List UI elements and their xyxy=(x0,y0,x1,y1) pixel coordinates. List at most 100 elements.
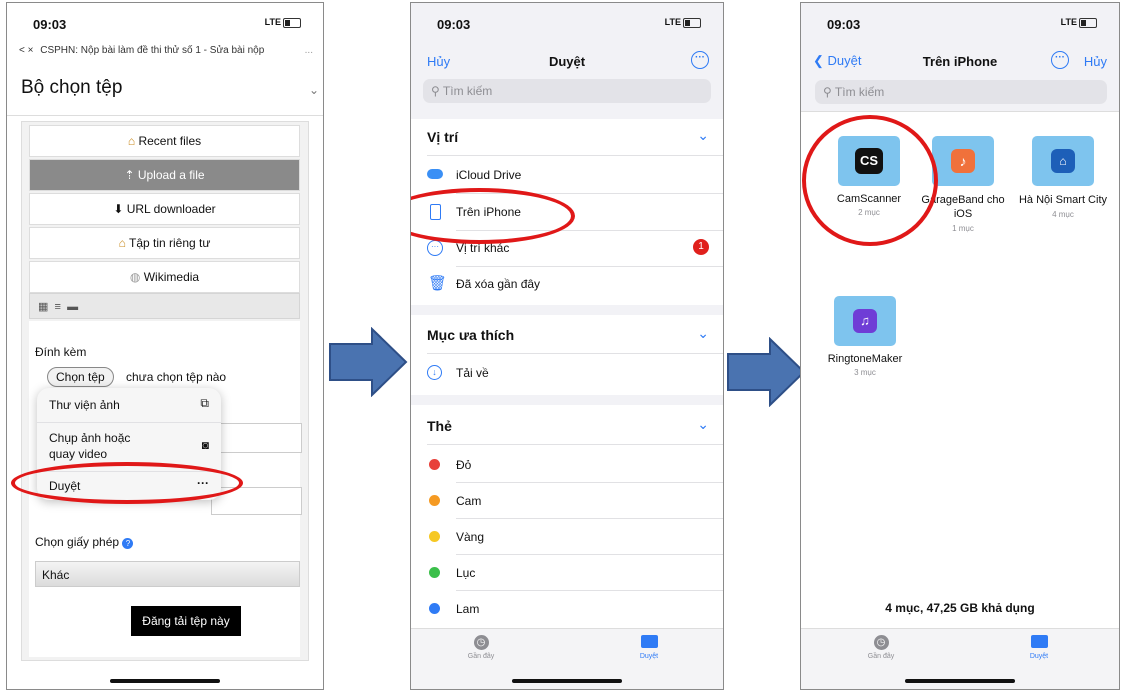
guitar-app-icon: ♪ xyxy=(951,149,975,173)
search-icon: ⚲ xyxy=(823,85,832,99)
status-time: 09:03 xyxy=(437,17,471,32)
folder-hanoi-smart-city[interactable]: ⌂ Hà Nội Smart City 4 mục xyxy=(1013,136,1113,219)
cloud-icon xyxy=(427,169,443,179)
tab-recent[interactable]: ◷ Gần đây xyxy=(851,635,911,660)
signal-indicator: LTE xyxy=(1061,17,1097,28)
folder-icon: ⌂ xyxy=(1032,136,1094,186)
help-icon[interactable]: ? xyxy=(122,538,134,549)
search-input[interactable]: ⚲ Tìm kiếm xyxy=(423,79,711,103)
chevron-down-icon[interactable]: ⌄ xyxy=(697,127,709,144)
download-icon: ↓ xyxy=(427,365,442,380)
phone-on-iphone: 09:03 LTE ❮ Duyệt Trên iPhone ··· Hủy ⚲ … xyxy=(800,2,1120,690)
section-header-locations[interactable]: Vị trí xyxy=(427,129,458,145)
section-header-tags[interactable]: Thẻ xyxy=(427,418,452,434)
tab-browse[interactable]: Duyệt xyxy=(1009,635,1069,660)
section-separator xyxy=(411,395,723,405)
grid-view-icon[interactable]: ▦ xyxy=(38,301,48,313)
signal-label: LTE xyxy=(1060,17,1077,27)
folder-icon: ♫ xyxy=(834,296,896,346)
divider xyxy=(427,444,723,445)
folder-name: RingtoneMaker xyxy=(827,353,903,365)
search-icon: ⚲ xyxy=(431,84,440,98)
page-title: Duyệt xyxy=(548,54,586,69)
highlight-ring xyxy=(802,115,938,246)
download-icon: ⬇ xyxy=(113,202,124,216)
folder-ringtonemaker[interactable]: ♫ RingtoneMaker 3 mục xyxy=(815,296,915,377)
divider xyxy=(456,518,723,519)
url-bar: < × CSPHN: Nộp bài làm đề thi thử số 1 -… xyxy=(19,45,315,56)
popup-label: Chụp ảnh hoặc quay video xyxy=(49,431,131,461)
tag-yellow[interactable]: Vàng xyxy=(456,530,484,544)
choose-file-button[interactable]: Chọn tệp xyxy=(47,367,114,387)
repo-private-files[interactable]: ⌂ Tập tin riêng tư xyxy=(29,227,300,259)
chevron-down-icon[interactable]: ⌄ xyxy=(697,416,709,433)
status-bar: 09:03 LTE xyxy=(7,3,323,43)
favorite-downloads[interactable]: Tải về xyxy=(456,366,489,380)
divider xyxy=(456,554,723,555)
repo-wikimedia[interactable]: ◍ Wikimedia xyxy=(29,261,300,293)
popup-item-take-photo[interactable]: Chụp ảnh hoặc quay video xyxy=(49,430,159,462)
close-tab-button[interactable]: < × xyxy=(19,45,33,56)
location-recently-deleted[interactable]: Đã xóa gần đây xyxy=(456,277,540,291)
location-icloud-drive[interactable]: iCloud Drive xyxy=(456,168,521,182)
search-input[interactable]: ⚲ Tìm kiếm xyxy=(815,80,1107,104)
repo-label: Recent files xyxy=(138,134,202,148)
popup-item-photo-library[interactable]: Thư viện ảnh xyxy=(49,398,120,412)
repository-list: ⌂ Recent files ⇡ Upload a file ⬇ URL dow… xyxy=(29,125,300,293)
repo-upload-file[interactable]: ⇡ Upload a file xyxy=(29,159,300,191)
section-separator xyxy=(411,305,723,315)
more-options-icon[interactable]: ··· xyxy=(691,51,709,69)
storage-footer: 4 mục, 47,25 GB khả dụng xyxy=(885,601,1035,615)
popup-label: Thư viện ảnh xyxy=(49,398,120,412)
folder-icon: ⌂ xyxy=(127,134,136,148)
repo-url-downloader[interactable]: ⬇ URL downloader xyxy=(29,193,300,225)
battery-icon xyxy=(1079,17,1097,28)
license-value: Khác xyxy=(42,568,70,582)
tag-dot-yellow xyxy=(429,531,440,542)
tag-orange[interactable]: Cam xyxy=(456,494,481,508)
section-header-favorites[interactable]: Mục ưa thích xyxy=(427,327,514,343)
repo-label: Upload a file xyxy=(137,168,205,182)
license-select[interactable]: Khác xyxy=(35,561,300,587)
camera-icon: ◙ xyxy=(201,438,209,452)
home-indicator xyxy=(905,679,1015,683)
chevron-down-icon[interactable]: ⌄ xyxy=(697,325,709,342)
notification-badge: 1 xyxy=(693,239,709,255)
divider xyxy=(7,115,323,116)
tab-recent[interactable]: ◷ Gần đây xyxy=(451,635,511,660)
upload-file-button[interactable]: Đăng tải tệp này xyxy=(131,606,241,636)
phone-browse: 09:03 LTE Hủy Duyệt ··· ⚲ Tìm kiếm Vị tr… xyxy=(410,2,724,690)
divider xyxy=(427,155,723,156)
cancel-button[interactable]: Hủy xyxy=(1084,54,1107,69)
attach-label: Đính kèm xyxy=(35,345,87,359)
repo-label: Wikimedia xyxy=(143,270,200,284)
license-label: Chọn giấy phép ? xyxy=(35,535,134,549)
list-view-icon[interactable]: ≡ xyxy=(55,301,61,313)
folder-icon xyxy=(1030,635,1048,648)
upload-icon: ⇡ xyxy=(124,168,135,182)
highlight-ring xyxy=(11,462,243,504)
signal-label: LTE xyxy=(664,17,681,27)
chevron-down-icon[interactable]: ⌄ xyxy=(309,83,319,97)
home-indicator xyxy=(110,679,220,683)
tag-dot-orange xyxy=(429,495,440,506)
search-placeholder: Tìm kiếm xyxy=(442,84,493,98)
folder-icon: ♪ xyxy=(932,136,994,186)
more-options-icon[interactable]: ··· xyxy=(1051,51,1069,69)
arrow-right-icon xyxy=(329,327,408,397)
battery-icon xyxy=(683,17,701,28)
tab-browse[interactable]: Duyệt xyxy=(619,635,679,660)
folder-view-icon[interactable]: ▬ xyxy=(67,301,78,313)
signal-indicator: LTE xyxy=(665,17,701,28)
tag-red[interactable]: Đỏ xyxy=(456,458,471,472)
battery-icon xyxy=(283,17,301,28)
divider xyxy=(456,482,723,483)
globe-icon: ◍ xyxy=(129,270,141,284)
repo-recent-files[interactable]: ⌂ Recent files xyxy=(29,125,300,157)
tag-green[interactable]: Lục xyxy=(456,566,475,580)
photo-library-icon: ⧉ xyxy=(200,396,209,410)
more-icon[interactable]: ... xyxy=(305,45,313,56)
status-bar: 09:03 LTE xyxy=(801,3,1119,43)
trash-icon: 🗑 xyxy=(428,275,448,292)
tag-blue[interactable]: Lam xyxy=(456,602,479,616)
